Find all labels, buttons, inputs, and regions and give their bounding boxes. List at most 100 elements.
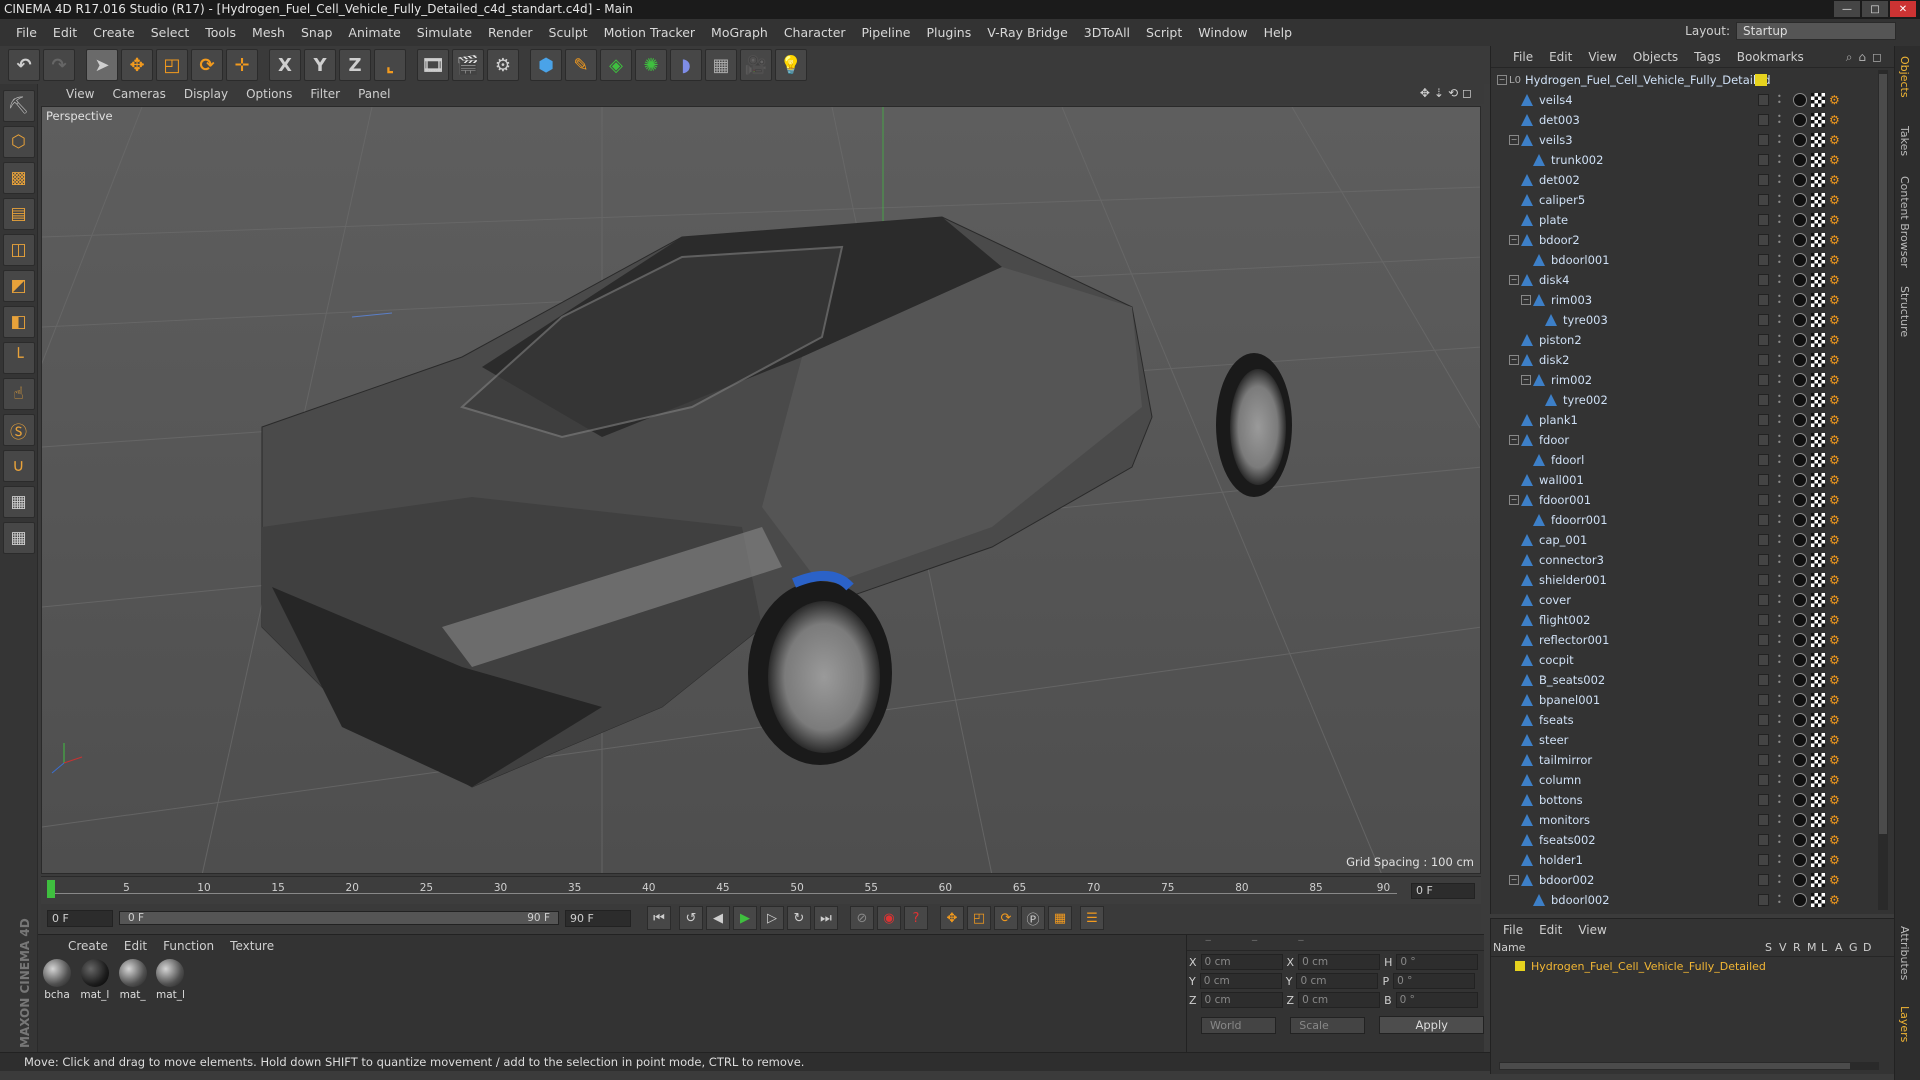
texture-tag-icon[interactable] xyxy=(1811,773,1825,787)
material-menu-edit[interactable]: Edit xyxy=(124,939,147,953)
position-z-field[interactable]: 0 cm xyxy=(1200,992,1283,1008)
texture-tag-icon[interactable] xyxy=(1811,373,1825,387)
phong-tag-icon[interactable]: ⚙ xyxy=(1829,694,1841,706)
tab-content-browser[interactable]: Content Browser xyxy=(1898,176,1911,268)
previous-key-icon[interactable]: ↺ xyxy=(679,906,703,930)
phong-tag-icon[interactable]: ⚙ xyxy=(1829,674,1841,686)
visibility-dots-icon[interactable]: • • xyxy=(1777,173,1783,187)
texture-tag-icon[interactable] xyxy=(1811,673,1825,687)
visibility-dots-icon[interactable]: • • xyxy=(1777,93,1783,107)
collapse-icon[interactable]: − xyxy=(1509,355,1519,365)
texture-tag-icon[interactable] xyxy=(1811,433,1825,447)
viewport-nav-icons[interactable]: ✥⇣⟲◻ xyxy=(1420,86,1476,100)
model-mode-icon[interactable]: ⬡ xyxy=(2,126,35,158)
layer-icon[interactable] xyxy=(1758,854,1769,866)
material-swatch[interactable]: mat_l xyxy=(155,959,185,1001)
menu-render[interactable]: Render xyxy=(480,25,541,40)
viewport-menu-display[interactable]: Display xyxy=(184,87,228,101)
position-y-field[interactable]: 0 cm xyxy=(1199,973,1282,989)
layer-icon[interactable] xyxy=(1758,274,1769,286)
texture-tag-icon[interactable] xyxy=(1811,353,1825,367)
phong-tag-icon[interactable]: ⚙ xyxy=(1829,814,1841,826)
subdivision-icon[interactable]: ◈ xyxy=(600,49,632,81)
texture-tag-icon[interactable] xyxy=(1811,793,1825,807)
phong-tag-icon[interactable]: ⚙ xyxy=(1829,434,1841,446)
menu-plugins[interactable]: Plugins xyxy=(918,25,979,40)
texture-tag-icon[interactable] xyxy=(1811,133,1825,147)
objects-menu-edit[interactable]: Edit xyxy=(1549,50,1572,67)
material-tag-icon[interactable] xyxy=(1793,633,1807,647)
phong-tag-icon[interactable]: ⚙ xyxy=(1829,474,1841,486)
layer-icon[interactable] xyxy=(1758,814,1769,826)
material-tag-icon[interactable] xyxy=(1793,293,1807,307)
material-tag-icon[interactable] xyxy=(1793,593,1807,607)
texture-tag-icon[interactable] xyxy=(1811,473,1825,487)
material-tag-icon[interactable] xyxy=(1793,393,1807,407)
menu-vray-bridge[interactable]: V-Ray Bridge xyxy=(979,25,1076,40)
phong-tag-icon[interactable]: ⚙ xyxy=(1829,894,1841,906)
object-row[interactable]: trunk002 • • ⚙ xyxy=(1491,150,1875,170)
layer-icon[interactable] xyxy=(1758,694,1769,706)
menu-create[interactable]: Create xyxy=(85,25,143,40)
object-scrollbar[interactable] xyxy=(1878,70,1888,910)
visibility-dots-icon[interactable]: • • xyxy=(1777,893,1783,907)
object-row[interactable]: fdoorr001 • • ⚙ xyxy=(1491,510,1875,530)
coordinate-system-icon[interactable]: ⌞ xyxy=(374,49,406,81)
phong-tag-icon[interactable]: ⚙ xyxy=(1829,334,1841,346)
phong-tag-icon[interactable]: ⚙ xyxy=(1829,114,1841,126)
texture-tag-icon[interactable] xyxy=(1811,93,1825,107)
play-icon[interactable]: ▶ xyxy=(733,906,757,930)
phong-tag-icon[interactable]: ⚙ xyxy=(1829,274,1841,286)
texture-tag-icon[interactable] xyxy=(1811,293,1825,307)
layer-icon[interactable] xyxy=(1758,134,1769,146)
material-tag-icon[interactable] xyxy=(1793,653,1807,667)
object-row[interactable]: tyre003 • • ⚙ xyxy=(1491,310,1875,330)
texture-tag-icon[interactable] xyxy=(1811,753,1825,767)
visibility-dots-icon[interactable]: • • xyxy=(1777,733,1783,747)
phong-tag-icon[interactable]: ⚙ xyxy=(1829,414,1841,426)
material-tag-icon[interactable] xyxy=(1793,153,1807,167)
layer-icon[interactable] xyxy=(1758,714,1769,726)
visibility-dots-icon[interactable]: • • xyxy=(1777,113,1783,127)
collapse-icon[interactable]: − xyxy=(1509,235,1519,245)
visibility-dots-icon[interactable]: • • xyxy=(1777,453,1783,467)
texture-tag-icon[interactable] xyxy=(1811,113,1825,127)
material-tag-icon[interactable] xyxy=(1793,533,1807,547)
layer-icon[interactable] xyxy=(1758,554,1769,566)
material-menu-function[interactable]: Function xyxy=(163,939,214,953)
layer-icon[interactable] xyxy=(1758,394,1769,406)
phong-tag-icon[interactable]: ⚙ xyxy=(1829,714,1841,726)
object-row[interactable]: flight002 • • ⚙ xyxy=(1491,610,1875,630)
visibility-dots-icon[interactable]: • • xyxy=(1777,873,1783,887)
objects-menu-tags[interactable]: Tags xyxy=(1694,50,1721,67)
material-tag-icon[interactable] xyxy=(1793,573,1807,587)
tab-attributes[interactable]: Attributes xyxy=(1898,926,1911,980)
cube-primitive-icon[interactable]: ⬢ xyxy=(530,49,562,81)
texture-tag-icon[interactable] xyxy=(1811,253,1825,267)
floor-icon[interactable]: ▦ xyxy=(705,49,737,81)
phong-tag-icon[interactable]: ⚙ xyxy=(1829,134,1841,146)
workplane-mode-icon[interactable]: ▤ xyxy=(2,198,35,230)
key-scale-icon[interactable]: ◰ xyxy=(967,906,991,930)
layer-icon[interactable] xyxy=(1758,454,1769,466)
texture-tag-icon[interactable] xyxy=(1811,213,1825,227)
apply-button[interactable]: Apply xyxy=(1379,1016,1484,1034)
object-row[interactable]: fdoorl • • ⚙ xyxy=(1491,450,1875,470)
phong-tag-icon[interactable]: ⚙ xyxy=(1829,254,1841,266)
material-tag-icon[interactable] xyxy=(1793,733,1807,747)
layer-icon[interactable] xyxy=(1758,94,1769,106)
visibility-dots-icon[interactable]: • • xyxy=(1777,313,1783,327)
layer-scrollbar[interactable] xyxy=(1499,1062,1879,1070)
texture-tag-icon[interactable] xyxy=(1811,393,1825,407)
phong-tag-icon[interactable]: ⚙ xyxy=(1829,774,1841,786)
go-to-end-icon[interactable]: ⏭ xyxy=(814,906,838,930)
visibility-dots-icon[interactable]: • • xyxy=(1777,533,1783,547)
material-tag-icon[interactable] xyxy=(1793,473,1807,487)
material-tag-icon[interactable] xyxy=(1793,193,1807,207)
material-tag-icon[interactable] xyxy=(1793,353,1807,367)
collapse-icon[interactable]: − xyxy=(1509,495,1519,505)
rotation-p-field[interactable]: 0 ° xyxy=(1393,973,1476,989)
texture-tag-icon[interactable] xyxy=(1811,413,1825,427)
next-frame-icon[interactable]: ▷ xyxy=(760,906,784,930)
phong-tag-icon[interactable]: ⚙ xyxy=(1829,394,1841,406)
